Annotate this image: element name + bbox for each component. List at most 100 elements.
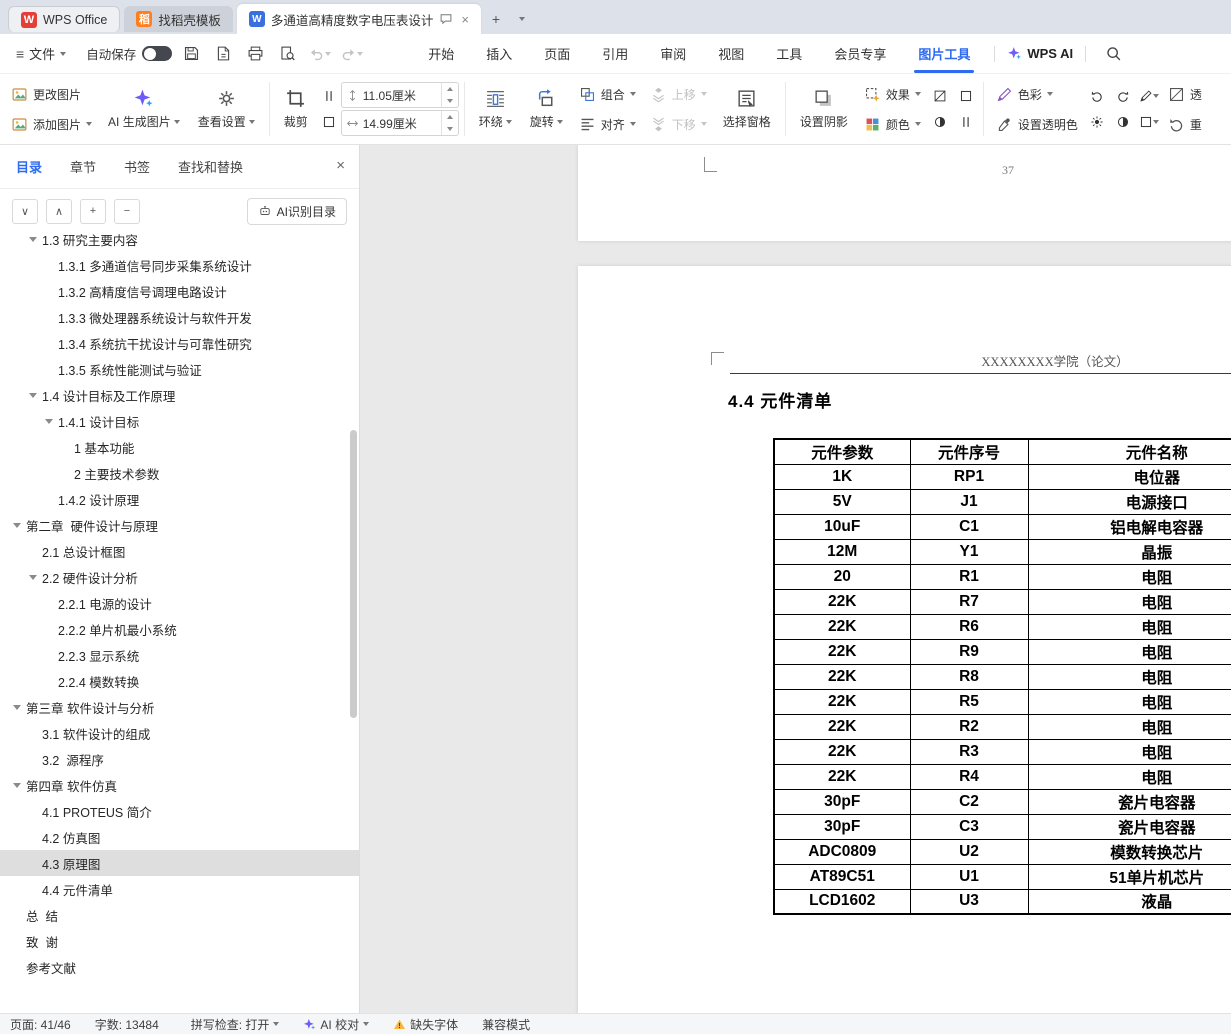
menu-tab[interactable]: 审阅	[644, 34, 702, 73]
collapse-arrow-icon[interactable]	[29, 393, 37, 398]
width-stepper[interactable]	[441, 111, 458, 135]
rotate-right-button[interactable]	[1111, 84, 1135, 108]
sidebar-scrollbar-thumb[interactable]	[350, 430, 357, 718]
toc-item[interactable]: 4.4 元件清单	[0, 876, 359, 902]
align-button[interactable]: 对齐	[572, 110, 643, 138]
change-picture-button[interactable]: 更改图片	[4, 80, 99, 108]
collapse-arrow-icon[interactable]	[29, 575, 37, 580]
picture-effects-button[interactable]: 效果	[857, 80, 928, 108]
toc-item[interactable]: 4.1 PROTEUS 简介	[0, 798, 359, 824]
print-button[interactable]	[242, 41, 268, 67]
toc-item[interactable]: 3.1 软件设计的组成	[0, 720, 359, 746]
color-adjust-button[interactable]: 色彩	[989, 80, 1085, 108]
toc-item[interactable]: 1.4 设计目标及工作原理	[0, 382, 359, 408]
group-button[interactable]: 组合	[572, 80, 643, 108]
toc-item[interactable]: 2.1 总设计框图	[0, 538, 359, 564]
picture-mini-tool-button[interactable]	[954, 110, 978, 134]
transparency-button[interactable]: 透	[1161, 80, 1209, 108]
picture-mini-tool-button[interactable]	[928, 110, 952, 134]
collapse-arrow-icon[interactable]	[29, 237, 37, 242]
set-transparent-color-button[interactable]: 设置透明色	[989, 110, 1085, 138]
sidebar-tab[interactable]: 书签	[124, 157, 150, 176]
expand-all-button[interactable]: ∨	[12, 199, 38, 224]
file-menu[interactable]: ≡ 文件	[10, 44, 72, 63]
collapse-arrow-icon[interactable]	[13, 705, 21, 710]
toc-item[interactable]: 2.2 硬件设计分析	[0, 564, 359, 590]
toc-item[interactable]: 2.2.3 显示系统	[0, 642, 359, 668]
brightness-button[interactable]	[1085, 110, 1109, 134]
ai-generate-picture-button[interactable]: AI 生成图片	[99, 78, 189, 140]
picture-mini-tool-button[interactable]	[954, 84, 978, 108]
menu-tab[interactable]: 会员专享	[818, 34, 902, 73]
collapse-arrow-icon[interactable]	[13, 523, 21, 528]
tab-list-chevron-icon[interactable]	[511, 8, 533, 30]
toc-item[interactable]: 2.2.4 模数转换	[0, 668, 359, 694]
picture-color-button[interactable]: 颜色	[857, 110, 928, 138]
picture-width-input[interactable]	[363, 116, 441, 130]
document-page-38[interactable]: XXXXXXXX学院（论文） 4.4 元件清单 元件参数元件序号元件名称1KRP…	[578, 266, 1231, 1013]
toc-item[interactable]: 1.3.4 系统抗干扰设计与可靠性研究	[0, 330, 359, 356]
send-backward-button[interactable]: 下移	[643, 110, 714, 138]
add-picture-button[interactable]: 添加图片	[4, 110, 99, 138]
toc-item[interactable]: 1.3.2 高精度信号调理电路设计	[0, 278, 359, 304]
picture-mini-tool-button[interactable]	[928, 84, 952, 108]
toc-item[interactable]: 致 谢	[0, 928, 359, 954]
search-button[interactable]	[1100, 41, 1126, 67]
page-indicator[interactable]: 页面: 41/46	[10, 1016, 71, 1033]
crop-button[interactable]: 裁剪	[275, 78, 317, 140]
wps-ai-menu[interactable]: WPS AI	[1003, 46, 1077, 61]
close-sidebar-icon[interactable]: ×	[336, 158, 345, 173]
close-tab-icon[interactable]: ×	[461, 12, 469, 27]
toc-item[interactable]: 4.2 仿真图	[0, 824, 359, 850]
picture-height-input[interactable]	[363, 88, 441, 102]
ai-recognize-toc-button[interactable]: AI识别目录	[247, 198, 347, 225]
ai-proofread-button[interactable]: AI 校对	[303, 1016, 369, 1033]
menu-tab[interactable]: 开始	[412, 34, 470, 73]
collapse-all-button[interactable]: ∧	[46, 199, 72, 224]
set-shadow-button[interactable]: 设置阴影	[791, 78, 857, 140]
document-page-37[interactable]: 37	[578, 145, 1231, 241]
crop-shape-button[interactable]	[317, 84, 341, 108]
autosave-toggle[interactable]	[142, 46, 172, 61]
remove-heading-button[interactable]: −	[114, 199, 140, 224]
tab-docer-templates[interactable]: 稻 找稻壳模板	[124, 6, 233, 32]
toc-item[interactable]: 1.3.1 多通道信号同步采集系统设计	[0, 252, 359, 278]
collapse-arrow-icon[interactable]	[45, 419, 53, 424]
ink-tool-button[interactable]	[1137, 84, 1161, 108]
menu-tab[interactable]: 图片工具	[902, 34, 986, 73]
view-settings-button[interactable]: 查看设置	[189, 78, 264, 140]
word-count[interactable]: 字数: 13484	[95, 1016, 159, 1033]
toc-item[interactable]: 第四章 软件仿真	[0, 772, 359, 798]
toc-item[interactable]: 1.3 研究主要内容	[0, 233, 359, 252]
sidebar-tab[interactable]: 目录	[16, 157, 42, 176]
wrap-button[interactable]: 环绕	[470, 78, 521, 140]
toc-item[interactable]: 1.4.1 设计目标	[0, 408, 359, 434]
export-pdf-button[interactable]	[210, 41, 236, 67]
toc-item[interactable]: 参考文献	[0, 954, 359, 980]
toc-item[interactable]: 2 主要技术参数	[0, 460, 359, 486]
toc-item[interactable]: 4.3 原理图	[0, 850, 359, 876]
missing-font-warning[interactable]: 缺失字体	[393, 1016, 458, 1033]
spellcheck-status[interactable]: 拼写检查: 打开	[191, 1016, 280, 1033]
toc-item[interactable]: 1.3.3 微处理器系统设计与软件开发	[0, 304, 359, 330]
print-preview-button[interactable]	[274, 41, 300, 67]
fill-tool-button[interactable]	[1137, 110, 1161, 134]
toc-item[interactable]: 第三章 软件设计与分析	[0, 694, 359, 720]
sidebar-tab[interactable]: 查找和替换	[178, 157, 243, 176]
save-button[interactable]	[178, 41, 204, 67]
menu-tab[interactable]: 页面	[528, 34, 586, 73]
rotate-left-button[interactable]	[1085, 84, 1109, 108]
toc-item[interactable]: 3.2 源程序	[0, 746, 359, 772]
reset-picture-button[interactable]: 重	[1161, 110, 1209, 138]
menu-tab[interactable]: 插入	[470, 34, 528, 73]
bring-forward-button[interactable]: 上移	[643, 80, 714, 108]
toc-item[interactable]: 2.2.2 单片机最小系统	[0, 616, 359, 642]
toc-item[interactable]: 2.2.1 电源的设计	[0, 590, 359, 616]
rotate-button[interactable]: 旋转	[521, 78, 572, 140]
selection-pane-button[interactable]: 选择窗格	[714, 78, 780, 140]
undo-button[interactable]	[306, 41, 332, 67]
menu-tab[interactable]: 引用	[586, 34, 644, 73]
tab-wps-office[interactable]: W WPS Office	[8, 6, 120, 32]
toc-item[interactable]: 1.3.5 系统性能测试与验证	[0, 356, 359, 382]
toc-item[interactable]: 1 基本功能	[0, 434, 359, 460]
